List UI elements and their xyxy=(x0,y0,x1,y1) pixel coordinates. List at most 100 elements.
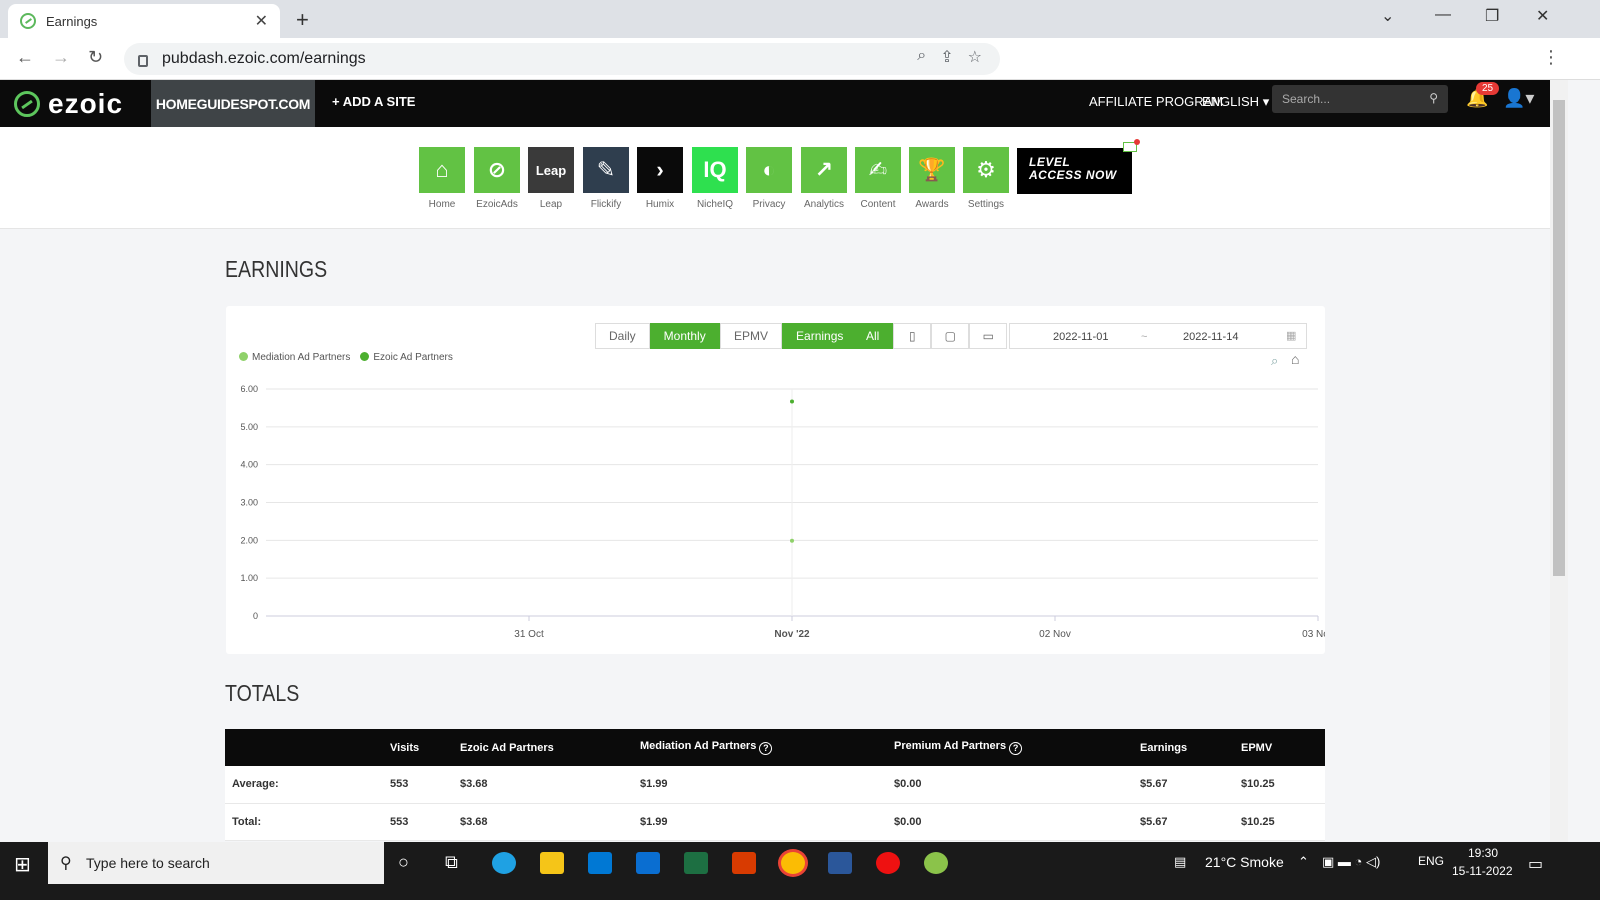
add-site-link[interactable]: + ADD A SITE xyxy=(332,94,415,109)
app-content[interactable]: ✍ Content xyxy=(854,147,902,210)
clock-date[interactable]: 15-11-2022 xyxy=(1452,864,1513,878)
home-icon: ⌂ xyxy=(419,147,465,193)
tray-icons[interactable]: ▣ ▬ ◔ ◁) xyxy=(1322,854,1380,870)
zoom-icon[interactable]: ⌕ xyxy=(917,47,926,67)
bookmark-star-icon[interactable]: ☆ xyxy=(968,47,982,67)
task-view-icon[interactable]: ⧉ xyxy=(445,852,458,873)
taskbar-search[interactable]: ⚲ Type here to search xyxy=(48,842,384,884)
store-icon[interactable] xyxy=(588,852,612,874)
language-dropdown[interactable]: ENGLISH ▾ xyxy=(1202,94,1269,110)
tab-close-icon[interactable]: ✕ xyxy=(255,11,268,31)
table-cell: $3.68 xyxy=(460,803,640,841)
restore-icon[interactable]: ❐ xyxy=(1485,6,1499,26)
app-label: Settings xyxy=(967,199,1005,210)
app-label: Leap xyxy=(539,199,563,210)
site-selector[interactable]: HOMEGUIDESPOT.COM xyxy=(151,80,315,127)
forward-icon[interactable]: → xyxy=(52,47,70,68)
table-cell: Average: xyxy=(225,766,390,804)
app-leap[interactable]: Leap Leap xyxy=(527,147,575,210)
user-menu-icon[interactable]: 👤▾ xyxy=(1503,88,1534,109)
y-tick-label: 6.00 xyxy=(240,384,258,394)
ezoic-header: ezoic HOMEGUIDESPOT.COM + ADD A SITE AFF… xyxy=(0,80,1568,127)
input-language[interactable]: ENG xyxy=(1418,854,1444,868)
header-cell: Premium Ad Partners ? xyxy=(894,729,1140,766)
excel-icon[interactable] xyxy=(684,852,708,874)
app-analytics[interactable]: ↗ Analytics xyxy=(800,147,848,210)
tray-chevron-icon[interactable]: ⌃ xyxy=(1298,854,1309,870)
header-cell: Ezoic Ad Partners xyxy=(460,729,640,766)
app-label: Home xyxy=(428,199,456,210)
reload-icon[interactable]: ↻ xyxy=(88,47,103,68)
share-icon[interactable]: ⇪ xyxy=(940,47,953,67)
window-close-icon[interactable]: ✕ xyxy=(1536,6,1549,26)
minimize-icon[interactable]: — xyxy=(1435,6,1451,24)
earnings-chart-card: Daily Monthly EPMV Earnings All ▯ ▢ ▭ 20… xyxy=(226,306,1325,654)
y-tick-label: 1.00 xyxy=(240,573,258,583)
url-text: pubdash.ezoic.com/earnings xyxy=(162,50,366,67)
table-cell: $5.67 xyxy=(1140,766,1241,804)
search-icon[interactable]: ⚲ xyxy=(1429,91,1438,105)
x-tick-label: 02 Nov xyxy=(1039,629,1071,640)
header-cell: EPMV xyxy=(1241,729,1325,766)
app-settings[interactable]: ⚙ Settings xyxy=(962,147,1010,210)
page-scrollbar[interactable] xyxy=(1550,80,1568,842)
data-point xyxy=(790,399,794,404)
app-nicheiq[interactable]: IQ NicheIQ xyxy=(691,147,739,210)
back-icon[interactable]: ← xyxy=(16,47,34,68)
action-center-icon[interactable]: ▭ xyxy=(1528,854,1543,874)
tab-search-icon[interactable]: ⌄ xyxy=(1381,6,1394,26)
new-tab-icon[interactable]: + xyxy=(296,7,309,33)
help-icon[interactable]: ? xyxy=(759,742,773,755)
url-bar[interactable]: pubdash.ezoic.com/earnings ⌕ ⇪ ☆ xyxy=(124,43,1000,75)
clock-time[interactable]: 19:30 xyxy=(1468,846,1498,860)
weather-icon[interactable]: ▤ xyxy=(1174,854,1186,870)
ezoic-logo-icon xyxy=(14,91,40,117)
tab-title: Earnings xyxy=(46,13,98,29)
nicheiq-icon: IQ xyxy=(692,147,738,193)
totals-title: TOTALS xyxy=(225,680,300,706)
ezoicads-icon: ⊘ xyxy=(474,147,520,193)
data-point xyxy=(790,538,794,543)
table-cell: $1.99 xyxy=(640,766,894,804)
shield-icon: ◐ xyxy=(746,147,792,193)
header-cell xyxy=(225,729,390,766)
app-privacy[interactable]: ◐ Privacy xyxy=(745,147,793,210)
totals-table: Visits Ezoic Ad Partners Mediation Ad Pa… xyxy=(225,729,1325,841)
search-input[interactable]: Search... ⚲ xyxy=(1272,85,1448,113)
ezoic-logo[interactable]: ezoic xyxy=(14,88,123,120)
windows-start-icon[interactable]: ⊞ xyxy=(14,852,31,877)
app-label: NicheIQ xyxy=(696,199,734,210)
chrome-menu-icon[interactable]: ⋮ xyxy=(1542,47,1560,68)
scrollbar-thumb[interactable] xyxy=(1553,100,1565,576)
app-label: Analytics xyxy=(803,199,844,210)
powerpoint-icon[interactable] xyxy=(732,852,756,874)
word-icon[interactable] xyxy=(828,852,852,874)
app-flickify[interactable]: ✎ Flickify xyxy=(582,147,630,210)
app-awards[interactable]: 🏆 Awards xyxy=(908,147,956,210)
app-humix[interactable]: › Humix xyxy=(636,147,684,210)
lock-icon xyxy=(138,55,148,67)
app-ezoicads[interactable]: ⊘ EzoicAds xyxy=(473,147,521,210)
level-up-banner[interactable]: LEVEL ACCESS NOW xyxy=(1017,148,1132,194)
edge-icon[interactable] xyxy=(492,852,516,874)
humix-icon: › xyxy=(637,147,683,193)
help-icon[interactable]: ? xyxy=(1009,742,1023,755)
flickify-icon: ✎ xyxy=(583,147,629,193)
totals-header-row: Visits Ezoic Ad Partners Mediation Ad Pa… xyxy=(225,729,1325,766)
app-home[interactable]: ⌂ Home xyxy=(418,147,466,210)
app-label: Flickify xyxy=(590,199,622,210)
chrome-icon[interactable] xyxy=(781,852,805,874)
file-explorer-icon[interactable] xyxy=(540,852,564,874)
mail-icon[interactable] xyxy=(636,852,660,874)
browser-tab[interactable]: Earnings ✕ xyxy=(8,4,280,38)
windows-taskbar: ⊞ ⚲ Type here to search ○ ⧉ ▤ 21°C Smoke… xyxy=(0,842,1600,900)
table-cell: 553 xyxy=(390,803,460,841)
table-cell: $10.25 xyxy=(1241,766,1325,804)
opera-icon[interactable] xyxy=(876,852,900,874)
weather-text[interactable]: 21°C Smoke xyxy=(1205,854,1284,870)
app-label: Privacy xyxy=(752,199,786,210)
cortana-icon[interactable]: ○ xyxy=(398,852,409,873)
analytics-icon: ↗ xyxy=(801,147,847,193)
y-tick-label: 0 xyxy=(253,611,258,621)
paint-icon[interactable] xyxy=(924,852,948,874)
